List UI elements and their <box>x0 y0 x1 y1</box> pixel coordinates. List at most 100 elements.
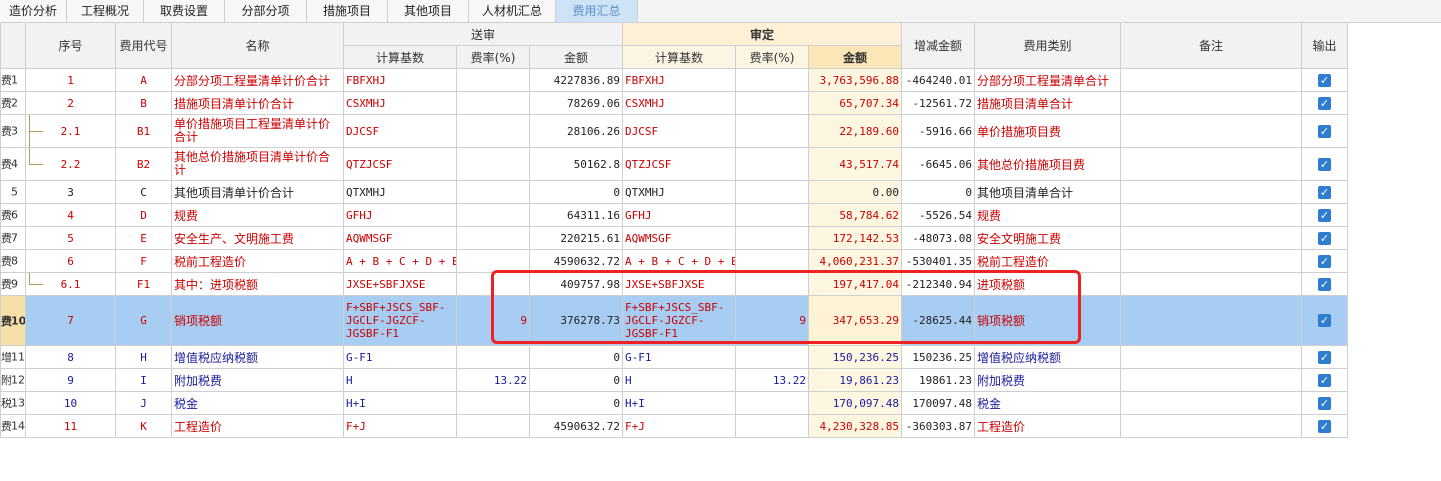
col-header-diff[interactable]: 增减金额 <box>901 22 975 69</box>
table-row[interactable]: 5 3 C 其他项目清单计价合计 QTXMHJ 0 QTXMHJ 0.00 0 其他项目清单合计 ✓ <box>0 180 1348 204</box>
col-header-category[interactable]: 费用类别 <box>974 22 1121 69</box>
cell-diff[interactable]: -5916.66 <box>901 114 975 148</box>
cell-audited-amount[interactable]: 150,236.25 <box>808 345 902 369</box>
col-header-audited-amount[interactable]: 金额 <box>808 45 902 69</box>
cell-output[interactable]: ✓ <box>1301 68 1348 92</box>
cell-audited-base[interactable]: A + B + C + D + E <box>622 249 736 273</box>
cell-audited-base[interactable]: QTXMHJ <box>622 180 736 204</box>
cell-remark[interactable] <box>1120 391 1302 415</box>
cell-code[interactable]: F <box>115 249 172 273</box>
cell-category[interactable]: 规费 <box>974 203 1121 227</box>
output-checkbox[interactable]: ✓ <box>1318 419 1331 433</box>
cell-submitted-base[interactable]: F+SBF+JSCS_SBF-JGCLF-JGZCF-JGSBF-F1 <box>343 295 457 346</box>
cell-audited-base[interactable]: AQWMSGF <box>622 226 736 250</box>
cell-submitted-base[interactable]: H+I <box>343 391 457 415</box>
cell-audited-amount[interactable]: 58,784.62 <box>808 203 902 227</box>
cell-submitted-base[interactable]: H <box>343 368 457 392</box>
cell-audited-base[interactable]: GFHJ <box>622 203 736 227</box>
cell-submitted-rate[interactable]: 13.22 <box>456 368 530 392</box>
col-header-code[interactable]: 费用代号 <box>115 22 172 69</box>
output-checkbox[interactable]: ✓ <box>1318 124 1331 138</box>
cell-category[interactable]: 税金 <box>974 391 1121 415</box>
cell-submitted-amount[interactable]: 4590632.72 <box>529 414 623 438</box>
cell-name[interactable]: 税金 <box>171 391 344 415</box>
output-checkbox[interactable]: ✓ <box>1318 231 1331 245</box>
row-header[interactable]: 费7 <box>0 226 26 250</box>
cell-submitted-rate[interactable]: 9 <box>456 295 530 346</box>
cell-seq[interactable]: 6 <box>25 249 116 273</box>
col-header-audited-base[interactable]: 计算基数 <box>622 45 736 69</box>
cell-audited-amount[interactable]: 3,763,596.88 <box>808 68 902 92</box>
cell-audited-rate[interactable] <box>735 272 809 296</box>
row-header[interactable]: 增 11 <box>0 345 26 369</box>
cell-category[interactable]: 附加税费 <box>974 368 1121 392</box>
cell-submitted-amount[interactable]: 0 <box>529 345 623 369</box>
tab-divisional-items[interactable]: 分部分项 <box>225 0 307 22</box>
cell-code[interactable]: C <box>115 180 172 204</box>
cell-code[interactable]: D <box>115 203 172 227</box>
cell-audited-rate[interactable]: 9 <box>735 295 809 346</box>
cell-code[interactable]: B2 <box>115 147 172 181</box>
output-checkbox[interactable]: ✓ <box>1318 396 1331 410</box>
cell-audited-rate[interactable] <box>735 180 809 204</box>
cell-output[interactable]: ✓ <box>1301 295 1348 346</box>
cell-category[interactable]: 措施项目清单合计 <box>974 91 1121 115</box>
cell-audited-rate[interactable] <box>735 226 809 250</box>
cell-remark[interactable] <box>1120 114 1302 148</box>
cell-seq[interactable]: 11 <box>25 414 116 438</box>
table-row[interactable]: 费 6 4 D 规费 GFHJ 64311.16 GFHJ 58,784.62 -5526.54 规… <box>0 203 1348 227</box>
cell-code[interactable]: A <box>115 68 172 92</box>
cell-name[interactable]: 规费 <box>171 203 344 227</box>
row-header[interactable]: 5 <box>0 180 26 204</box>
cell-seq[interactable]: 4 <box>25 203 116 227</box>
cell-name[interactable]: 其中：进项税额 <box>171 272 344 296</box>
cell-audited-base[interactable]: QTZJCSF <box>622 147 736 181</box>
cell-seq[interactable]: 2 <box>25 91 116 115</box>
cell-seq[interactable]: 7 <box>25 295 116 346</box>
cell-output[interactable]: ✓ <box>1301 368 1348 392</box>
cell-audited-base[interactable]: CSXMHJ <box>622 91 736 115</box>
cell-remark[interactable] <box>1120 91 1302 115</box>
cell-audited-base[interactable]: F+J <box>622 414 736 438</box>
table-row[interactable]: 税 13 10 J 税金 H+I 0 H+I 170,097.48 170097.48 税金 ✓ <box>0 391 1348 415</box>
cell-diff[interactable]: 170097.48 <box>901 391 975 415</box>
row-header[interactable]: 费2− <box>0 91 26 115</box>
cell-diff[interactable]: -6645.06 <box>901 147 975 181</box>
cell-name[interactable]: 安全生产、文明施工费 <box>171 226 344 250</box>
cell-audited-amount[interactable]: 22,189.60 <box>808 114 902 148</box>
cell-seq[interactable]: 9 <box>25 368 116 392</box>
cell-submitted-rate[interactable] <box>456 91 530 115</box>
row-header[interactable]: 费 10 <box>0 295 26 346</box>
cell-submitted-base[interactable]: GFHJ <box>343 203 457 227</box>
cell-output[interactable]: ✓ <box>1301 91 1348 115</box>
cell-output[interactable]: ✓ <box>1301 249 1348 273</box>
cell-audited-base[interactable]: H <box>622 368 736 392</box>
cell-audited-amount[interactable]: 170,097.48 <box>808 391 902 415</box>
cell-code[interactable]: F1 <box>115 272 172 296</box>
tab-fee-summary[interactable]: 费用汇总 <box>556 0 638 22</box>
cell-code[interactable]: B <box>115 91 172 115</box>
cell-audited-base[interactable]: JXSE+SBFJXSE <box>622 272 736 296</box>
cell-name[interactable]: 增值税应纳税额 <box>171 345 344 369</box>
cell-diff[interactable]: 0 <box>901 180 975 204</box>
cell-submitted-amount[interactable]: 0 <box>529 391 623 415</box>
cell-output[interactable]: ✓ <box>1301 147 1348 181</box>
cell-category[interactable]: 单价措施项目费 <box>974 114 1121 148</box>
cell-output[interactable]: ✓ <box>1301 203 1348 227</box>
row-header[interactable]: 费8− <box>0 249 26 273</box>
table-row[interactable]: 费 1 1 A 分部分项工程量清单计价合计 FBFXHJ 4227836.89 FBFXHJ 3… <box>0 68 1348 92</box>
cell-submitted-base[interactable]: AQWMSGF <box>343 226 457 250</box>
cell-submitted-base[interactable]: CSXMHJ <box>343 91 457 115</box>
cell-submitted-amount[interactable]: 4227836.89 <box>529 68 623 92</box>
cell-category[interactable]: 税前工程造价 <box>974 249 1121 273</box>
cell-submitted-amount[interactable]: 0 <box>529 180 623 204</box>
cell-diff[interactable]: -5526.54 <box>901 203 975 227</box>
cell-remark[interactable] <box>1120 345 1302 369</box>
col-header-remark[interactable]: 备注 <box>1120 22 1302 69</box>
cell-submitted-amount[interactable]: 50162.8 <box>529 147 623 181</box>
cell-submitted-amount[interactable]: 409757.98 <box>529 272 623 296</box>
tab-project-overview[interactable]: 工程概况 <box>67 0 144 22</box>
cell-name[interactable]: 销项税额 <box>171 295 344 346</box>
cell-remark[interactable] <box>1120 147 1302 181</box>
cell-diff[interactable]: -28625.44 <box>901 295 975 346</box>
